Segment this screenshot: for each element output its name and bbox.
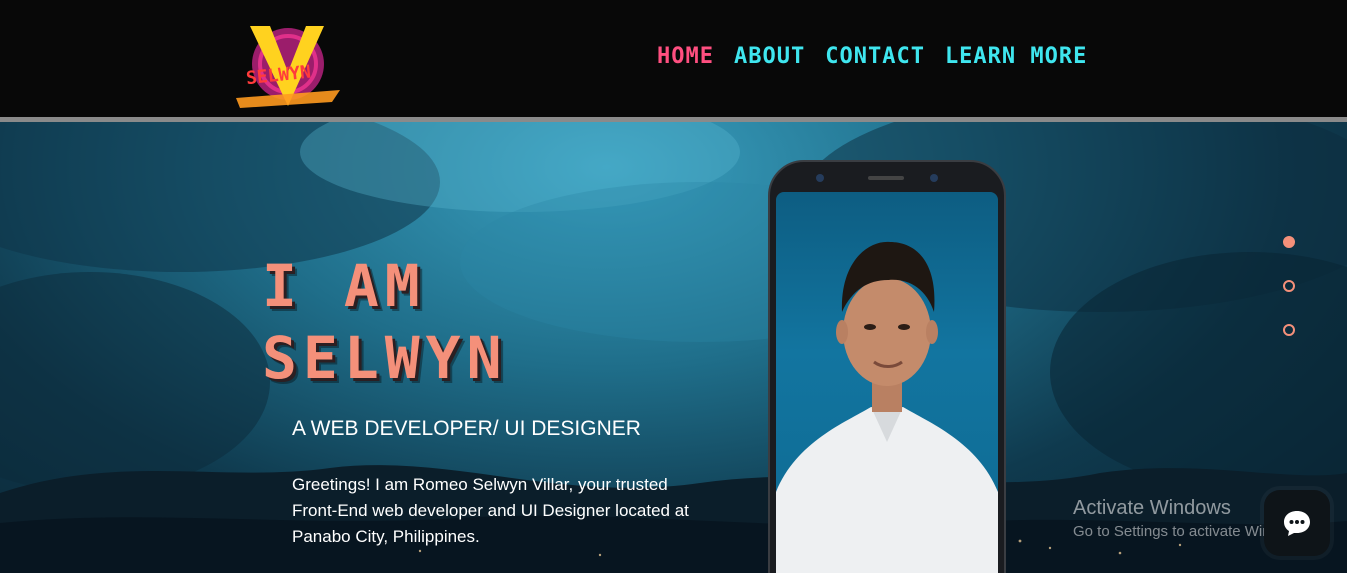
hero-title-line1: I AM: [262, 252, 426, 320]
hero-subtitle: A WEB DEVELOPER/ UI DESIGNER: [292, 417, 641, 440]
main-nav: HOME ABOUT CONTACT LEARN MORE: [657, 44, 1087, 69]
slide-dot-3[interactable]: [1283, 324, 1295, 336]
hero-title: I AM SELWYN: [262, 250, 508, 394]
activate-windows-title: Activate Windows: [1073, 497, 1231, 519]
profile-photo: [776, 192, 998, 573]
slide-dot-1[interactable]: [1283, 236, 1295, 248]
chat-bubble-icon: [1284, 511, 1310, 536]
person-portrait-icon: [776, 241, 998, 573]
nav-about[interactable]: ABOUT: [734, 44, 805, 69]
nav-learn-more[interactable]: LEARN MORE: [945, 44, 1087, 69]
site-header: SELWYN HOME ABOUT CONTACT LEARN MORE: [0, 0, 1347, 117]
phone-camera-icon: [816, 174, 824, 182]
phone-speaker: [868, 176, 904, 180]
hero-description: Greetings! I am Romeo Selwyn Villar, you…: [292, 475, 689, 546]
nav-home[interactable]: HOME: [657, 44, 714, 69]
chat-button[interactable]: [1264, 490, 1330, 556]
selwyn-logo[interactable]: SELWYN: [232, 20, 342, 110]
nav-contact[interactable]: CONTACT: [825, 44, 925, 69]
slide-dot-2[interactable]: [1283, 280, 1295, 292]
hero-title-line2: SELWYN: [262, 324, 508, 392]
phone-sensor-icon: [930, 174, 938, 182]
phone-mockup: [768, 160, 1006, 573]
